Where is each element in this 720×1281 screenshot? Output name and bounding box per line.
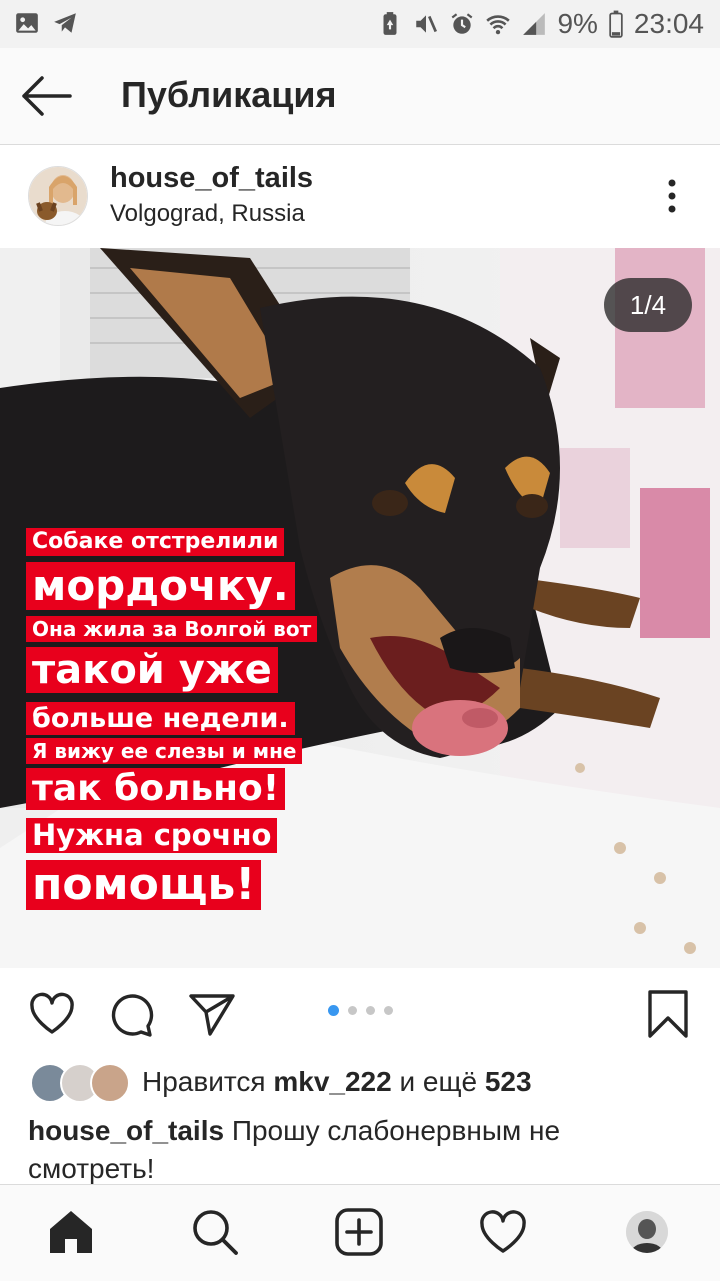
clock: 23:04 (633, 8, 704, 39)
post-location[interactable]: Volgograd, Russia (110, 200, 305, 228)
post-actions (0, 968, 720, 1058)
overlay-line: так больно! (26, 768, 286, 810)
bookmark-icon[interactable] (644, 990, 692, 1038)
image-icon (16, 13, 38, 33)
post-caption: house_of_tails Прошу слабонервным не смо… (28, 1112, 688, 1188)
more-vert-icon[interactable] (658, 176, 686, 216)
carousel-dot (348, 1006, 357, 1015)
overlay-line: больше недели. (26, 702, 295, 735)
status-bar: 9% 23:04 (0, 0, 720, 48)
comment-icon[interactable] (108, 990, 156, 1038)
app-bar: Публикация (0, 48, 720, 145)
share-icon[interactable] (188, 990, 236, 1038)
overlay-line: Нужна срочно (26, 818, 278, 853)
home-icon[interactable] (46, 1207, 96, 1257)
add-icon[interactable] (334, 1207, 384, 1257)
liker-username[interactable]: mkv_222 (273, 1066, 391, 1097)
carousel-dot (366, 1006, 375, 1015)
likes-text: Нравится mkv_222 и ещё 523 (142, 1066, 532, 1098)
caption-username[interactable]: house_of_tails (28, 1115, 224, 1146)
avatar-image (29, 167, 87, 225)
carousel-dots (328, 1005, 393, 1016)
battery-saver-icon (383, 12, 397, 35)
wifi-icon (486, 15, 511, 35)
overlay-line: такой уже (26, 647, 278, 693)
carousel-dot-active (328, 1005, 339, 1016)
overlay-line: Собаке отстрелили (26, 528, 285, 556)
heart-icon[interactable] (28, 990, 76, 1038)
signal-icon (523, 13, 546, 35)
likes-middle: и ещё (399, 1066, 478, 1097)
alarm-icon (452, 13, 473, 34)
carousel-counter: 1/4 (604, 278, 692, 332)
page-title: Публикация (121, 74, 337, 115)
likes-count[interactable]: 523 (485, 1066, 532, 1097)
overlay-line: помощь! (26, 860, 262, 910)
post-header: house_of_tails Volgograd, Russia (0, 146, 720, 246)
activity-icon[interactable] (478, 1207, 528, 1257)
search-icon[interactable] (190, 1207, 240, 1257)
overlay-line: Я вижу ее слезы и мне (26, 738, 303, 764)
profile-avatar-image (626, 1211, 668, 1253)
liker-avatars (30, 1063, 130, 1103)
telegram-icon (54, 13, 76, 33)
back-arrow-icon[interactable] (20, 76, 72, 116)
likes-row[interactable]: Нравится mkv_222 и ещё 523 (30, 1062, 532, 1103)
overlay-line: Она жила за Волгой вот (26, 616, 318, 642)
bottom-nav (0, 1184, 720, 1281)
battery-percent: 9% (557, 8, 598, 39)
post-username[interactable]: house_of_tails (110, 162, 313, 195)
profile-icon[interactable] (626, 1211, 668, 1253)
battery-icon (609, 10, 623, 38)
mute-icon (416, 15, 438, 33)
carousel-dot (384, 1006, 393, 1015)
likes-prefix: Нравится (142, 1066, 266, 1097)
liker-avatar (90, 1063, 130, 1103)
overlay-line: мордочку. (26, 562, 295, 610)
avatar[interactable] (28, 166, 88, 226)
